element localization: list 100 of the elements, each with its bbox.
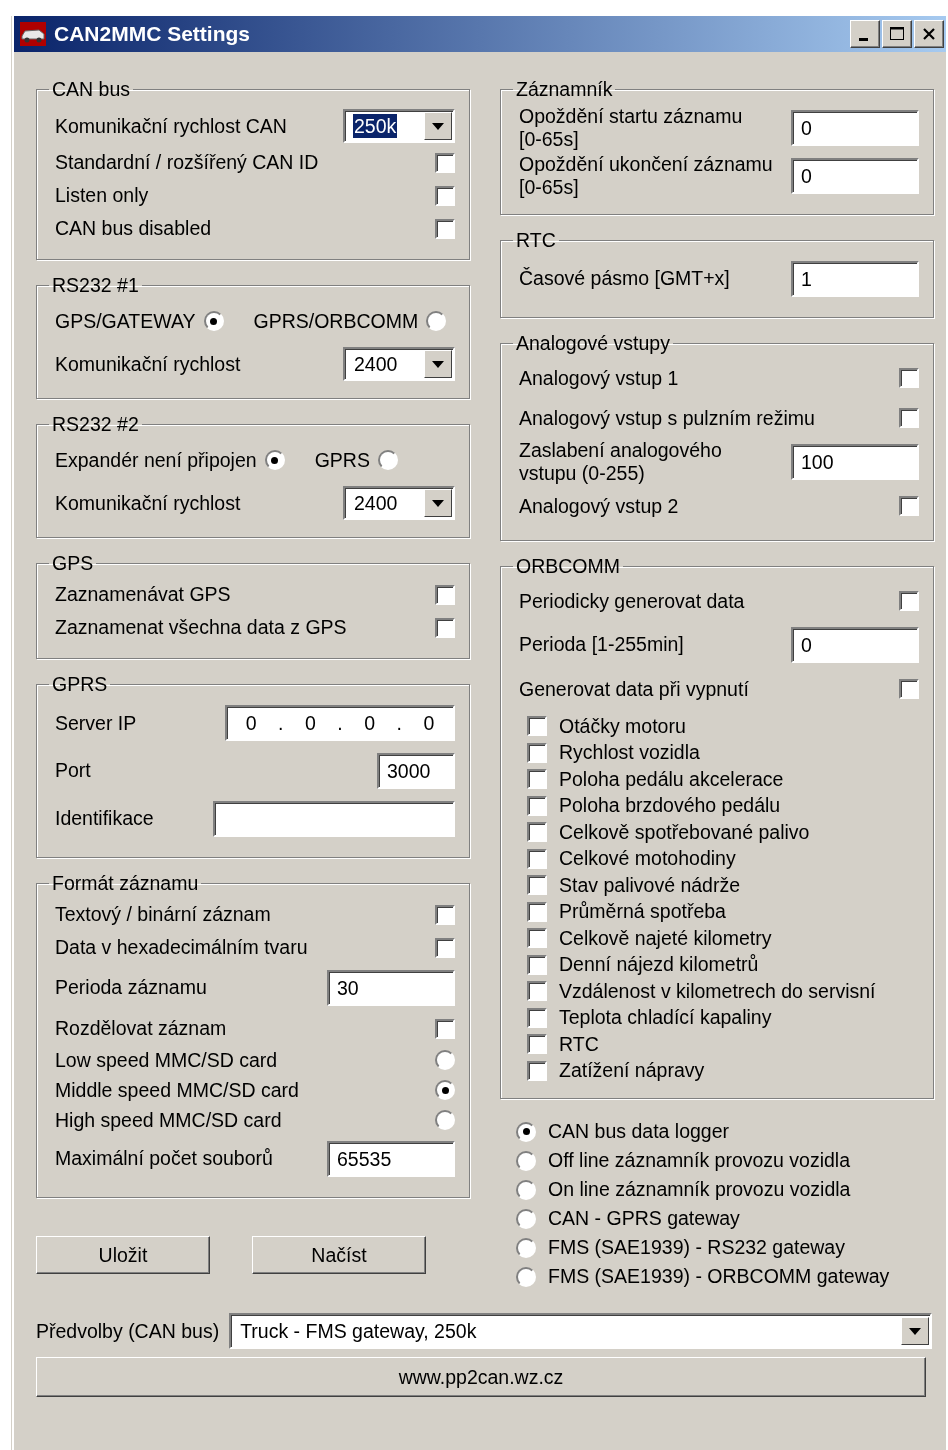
radio-label: FMS (SAE1939) - RS232 gateway bbox=[548, 1236, 845, 1259]
action-button[interactable]: Uložit bbox=[36, 1236, 210, 1274]
checkbox-label: Zaznamenávat GPS bbox=[55, 583, 231, 606]
ip-address-field[interactable]: 0 . 0 . 0 . 0 bbox=[225, 705, 455, 741]
dropdown-button[interactable] bbox=[424, 489, 452, 517]
radio-button[interactable] bbox=[435, 1110, 455, 1130]
checkbox[interactable] bbox=[527, 742, 547, 763]
checkbox[interactable] bbox=[899, 408, 919, 428]
radio-label: CAN bus data logger bbox=[548, 1120, 730, 1143]
checkbox-label: Stav palivové nádrže bbox=[559, 873, 741, 897]
input-field[interactable]: 65535 bbox=[327, 1141, 455, 1177]
radio-label: CAN - GPRS gateway bbox=[548, 1207, 740, 1230]
group-title: CAN bus bbox=[51, 78, 132, 100]
checkbox[interactable] bbox=[527, 769, 547, 790]
minimize-icon bbox=[858, 37, 868, 41]
checkbox[interactable] bbox=[527, 822, 547, 843]
checkbox[interactable] bbox=[527, 1034, 547, 1055]
field-label: Zaslabení analogového vstupu (0-255) bbox=[519, 438, 722, 486]
checkbox[interactable] bbox=[527, 716, 547, 737]
group-title: ORBCOMM bbox=[515, 555, 621, 577]
radio-button[interactable] bbox=[516, 1121, 536, 1142]
dropdown[interactable]: 2400 bbox=[343, 347, 455, 381]
checkbox[interactable] bbox=[527, 795, 547, 816]
radio-button[interactable] bbox=[435, 1050, 455, 1070]
checkbox-label: Listen only bbox=[55, 184, 149, 207]
checkbox-label: Vzdálenost v kilometrech do servisní bbox=[559, 979, 876, 1003]
checkbox[interactable] bbox=[527, 928, 547, 949]
radio-button[interactable] bbox=[516, 1266, 536, 1287]
checkbox[interactable] bbox=[435, 937, 455, 958]
checkbox-label: RTC bbox=[559, 1032, 599, 1056]
input-field[interactable]: 30 bbox=[327, 970, 455, 1006]
field-label: Maximální počet souborů bbox=[55, 1147, 273, 1171]
minimize-button[interactable] bbox=[850, 20, 880, 48]
checkbox[interactable] bbox=[435, 218, 455, 239]
checkbox[interactable] bbox=[899, 679, 919, 699]
radio-button[interactable] bbox=[516, 1179, 536, 1200]
radio-label: GPRS/ORBCOMM bbox=[253, 309, 419, 333]
radio-button[interactable] bbox=[516, 1237, 536, 1258]
checkbox-label: Celkové motohodiny bbox=[559, 847, 736, 871]
field-label: Komunikační rychlost CAN bbox=[55, 114, 287, 138]
input-field[interactable]: 0 bbox=[791, 627, 919, 663]
input-field[interactable]: 100 bbox=[791, 444, 919, 480]
presets-dropdown[interactable]: Truck - FMS gateway, 250k bbox=[229, 1313, 932, 1349]
field-label: Komunikační rychlost bbox=[55, 352, 241, 376]
checkbox[interactable] bbox=[435, 904, 455, 925]
checkbox[interactable] bbox=[435, 185, 455, 206]
checkbox-label: Rozdělovat záznam bbox=[55, 1017, 227, 1040]
checkbox[interactable] bbox=[527, 981, 547, 1002]
radio-label: On line záznamník provozu vozidla bbox=[548, 1178, 851, 1201]
checkbox[interactable] bbox=[527, 901, 547, 922]
checkbox[interactable] bbox=[527, 1060, 547, 1081]
checkbox-label: Periodicky generovat data bbox=[519, 589, 745, 613]
radio-button[interactable] bbox=[203, 311, 224, 331]
dropdown[interactable]: 2400 bbox=[343, 486, 455, 520]
checkbox[interactable] bbox=[435, 1018, 455, 1039]
window-title: CAN2MMC Settings bbox=[54, 22, 251, 46]
field-label: Perioda záznamu bbox=[55, 976, 207, 1000]
checkbox[interactable] bbox=[435, 152, 455, 173]
radio-button[interactable] bbox=[264, 450, 285, 470]
caret-icon bbox=[432, 360, 444, 368]
radio-label: GPRS bbox=[314, 448, 370, 472]
checkbox[interactable] bbox=[899, 368, 919, 388]
checkbox[interactable] bbox=[527, 875, 547, 896]
group-title: GPS bbox=[51, 552, 95, 574]
group-title: Záznamník bbox=[515, 78, 614, 100]
checkbox[interactable] bbox=[435, 584, 455, 605]
maximize-button[interactable] bbox=[882, 20, 912, 48]
dropdown-button[interactable] bbox=[424, 112, 452, 140]
checkbox[interactable] bbox=[899, 496, 919, 516]
input-field[interactable] bbox=[213, 801, 455, 837]
checkbox[interactable] bbox=[527, 848, 547, 869]
action-button[interactable]: Načíst bbox=[252, 1236, 426, 1274]
field-label: Opoždění ukončení záznamu [0-65s] bbox=[519, 152, 773, 200]
checkbox-label: Textový / binární záznam bbox=[55, 903, 271, 926]
close-icon bbox=[921, 26, 937, 42]
dropdown-button[interactable] bbox=[424, 350, 452, 378]
input-field[interactable]: 0 bbox=[791, 110, 919, 146]
radio-button[interactable] bbox=[377, 450, 398, 470]
input-field[interactable]: 1 bbox=[791, 261, 919, 297]
input-field[interactable]: 0 bbox=[791, 158, 919, 194]
radio-label: High speed MMC/SD card bbox=[55, 1108, 282, 1132]
checkbox[interactable] bbox=[435, 617, 455, 638]
input-field[interactable]: 3000 bbox=[377, 753, 455, 789]
close-button[interactable] bbox=[914, 20, 944, 48]
radio-button[interactable] bbox=[516, 1208, 536, 1229]
checkbox[interactable] bbox=[527, 1007, 547, 1028]
dropdown-button[interactable] bbox=[901, 1317, 929, 1345]
dropdown[interactable]: 250k bbox=[343, 109, 455, 143]
radio-button[interactable] bbox=[426, 311, 447, 331]
checkbox[interactable] bbox=[527, 954, 547, 975]
field-label: Perioda [1-255min] bbox=[519, 633, 684, 657]
checkbox-label: Poloha brzdového pedálu bbox=[559, 794, 781, 818]
radio-button[interactable] bbox=[435, 1080, 455, 1100]
checkbox[interactable] bbox=[899, 591, 919, 611]
checkbox-label: Zatížení nápravy bbox=[559, 1059, 705, 1083]
website-button[interactable]: www.pp2can.wz.cz bbox=[36, 1357, 926, 1397]
radio-label: GPS/GATEWAY bbox=[55, 309, 196, 333]
radio-button[interactable] bbox=[516, 1150, 536, 1171]
car-icon bbox=[18, 21, 48, 47]
group-title: RS232 #1 bbox=[51, 274, 140, 296]
